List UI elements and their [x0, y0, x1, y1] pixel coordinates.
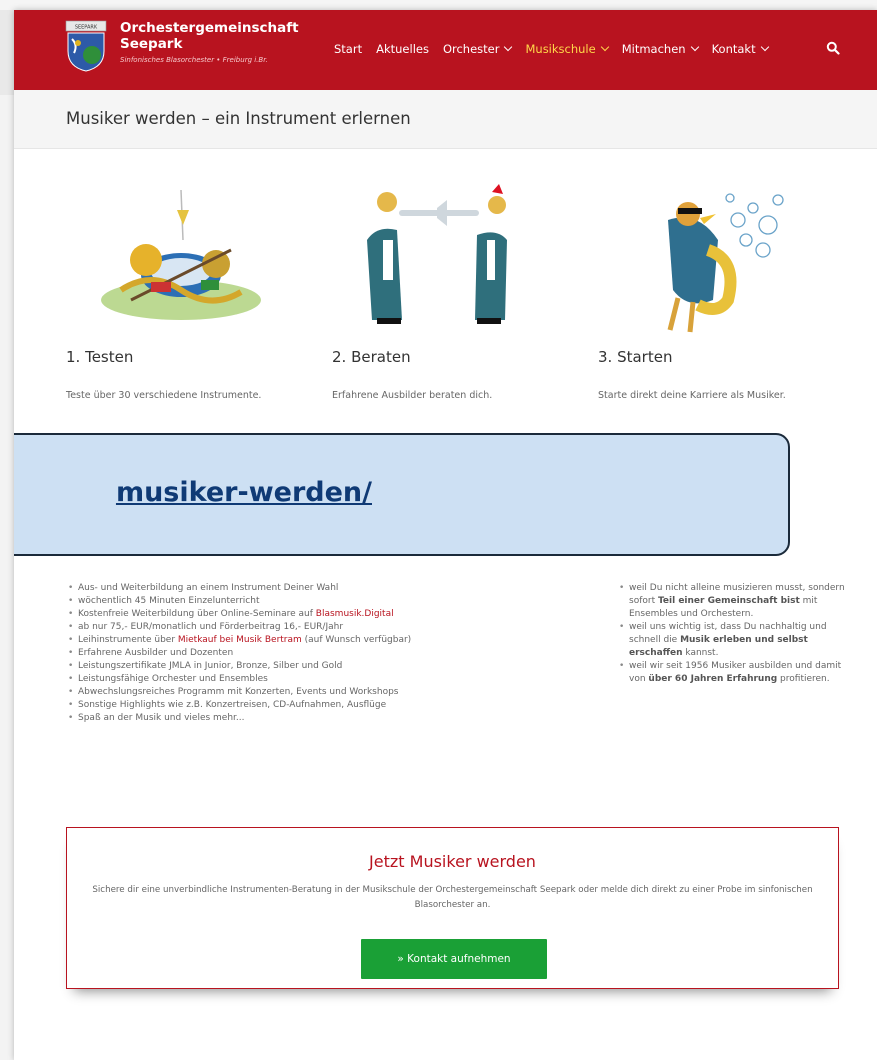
list-item: Kostenfreie Weiterbildung über Online-Se…: [66, 608, 546, 621]
step-text: Starte direkt deine Karriere als Musiker…: [598, 390, 786, 401]
list-item-text: Leihinstrumente über: [78, 635, 178, 645]
cta-title: Jetzt Musiker werden: [369, 852, 536, 871]
saxophone-bird-illustration: [667, 193, 784, 333]
nav-label: Aktuelles: [376, 42, 429, 56]
blasmusik-digital-link[interactable]: Blasmusik.Digital: [316, 609, 394, 619]
contact-button[interactable]: » Kontakt aufnehmen: [361, 939, 547, 979]
chevron-down-icon: [690, 42, 699, 52]
step-beraten: 2. Beraten Erfahrene Ausbilder beraten d…: [332, 180, 572, 401]
step-text: Teste über 30 verschiedene Instrumente.: [66, 390, 262, 401]
mietkauf-link[interactable]: Mietkauf bei Musik Bertram: [178, 635, 302, 645]
reason-text: kannst.: [682, 648, 719, 658]
reasons-list: weil Du nicht alleine musizieren musst, …: [617, 582, 849, 686]
url-overlay-tooltip: musiker-werden/: [14, 433, 790, 556]
reason-highlight: Teil einer Gemeinschaft bist: [657, 596, 800, 606]
logo-text: SEEPARK: [75, 25, 98, 31]
chevron-down-icon: [760, 42, 769, 52]
site-header: SEEPARK Orchestergemeinschaft Seepark Si…: [14, 10, 877, 90]
nav-kontakt[interactable]: Kontakt: [711, 42, 769, 56]
step-title: 2. Beraten: [332, 348, 411, 366]
brand-line-1: Orchestergemeinschaft: [120, 20, 299, 36]
nav-label: Orchester: [442, 42, 500, 56]
nav-start[interactable]: Start: [334, 42, 362, 56]
nav-orchester[interactable]: Orchester: [442, 42, 513, 56]
url-link[interactable]: musiker-werden/: [116, 477, 372, 508]
list-item: weil uns wichtig ist, dass Du nachhaltig…: [617, 621, 849, 660]
cta-text: Sichere dir eine unverbindliche Instrume…: [92, 885, 813, 910]
nav-label: Start: [334, 42, 363, 56]
chevron-down-icon: [504, 42, 513, 52]
cta-box: Jetzt Musiker werden Sichere dir eine un…: [66, 827, 839, 989]
step-starten: 3. Starten Starte direkt deine Karriere …: [598, 180, 838, 401]
instrument-pile-illustration: [101, 189, 261, 320]
benefits-list: Aus- und Weiterbildung an einem Instrume…: [66, 582, 546, 725]
step-title: 1. Testen: [66, 348, 134, 366]
step-testen: 1. Testen Teste über 30 verschiedene Ins…: [66, 180, 306, 401]
trumpet-players-illustration: [367, 184, 507, 324]
nav-mitmachen[interactable]: Mitmachen: [621, 42, 699, 56]
brand-line-2: Seepark: [120, 36, 183, 52]
list-item: Sonstige Highlights wie z.B. Konzertreis…: [66, 699, 546, 712]
chevron-down-icon: [600, 42, 609, 52]
list-item: Leistungszertifikate JMLA in Junior, Bro…: [66, 660, 546, 673]
list-item: Leihinstrumente über Mietkauf bei Musik …: [66, 634, 546, 647]
list-item: Leistungsfähige Orchester und Ensembles: [66, 673, 546, 686]
list-item: Abwechslungsreiches Programm mit Konzert…: [66, 686, 546, 699]
list-item: Erfahrene Ausbilder und Dozenten: [66, 647, 546, 660]
browser-top-strip: [0, 0, 877, 10]
list-item: ab nur 75,- EUR/monatlich und Förderbeit…: [66, 621, 546, 634]
brand-name[interactable]: Orchestergemeinschaft Seepark: [120, 20, 320, 52]
nav-label: Musikschule: [525, 42, 596, 56]
list-item-text: Kostenfreie Weiterbildung über Online-Se…: [78, 609, 316, 619]
seepark-logo[interactable]: SEEPARK: [64, 19, 108, 73]
list-item: weil wir seit 1956 Musiker ausbilden und…: [617, 660, 849, 686]
step-text: Erfahrene Ausbilder beraten dich.: [332, 390, 493, 401]
web-page: SEEPARK Orchestergemeinschaft Seepark Si…: [14, 10, 877, 1060]
search-icon[interactable]: [826, 41, 840, 55]
page-title: Musiker werden – ein Instrument erlernen: [66, 109, 411, 128]
list-item: Aus- und Weiterbildung an einem Instrume…: [66, 582, 546, 595]
nav-label: Mitmachen: [621, 42, 686, 56]
step-title: 3. Starten: [598, 348, 673, 366]
reason-highlight: über 60 Jahren Erfahrung: [648, 674, 778, 684]
nav-label: Kontakt: [711, 42, 756, 56]
list-item: Spaß an der Musik und vieles mehr...: [66, 712, 546, 725]
main-nav: Start Aktuelles Orchester Musikschule Mi…: [334, 42, 782, 56]
nav-musikschule[interactable]: Musikschule: [525, 42, 609, 56]
reason-text: profitieren.: [777, 674, 830, 684]
list-item-text: (auf Wunsch verfügbar): [301, 635, 412, 645]
list-item: wöchentlich 45 Minuten Einzelunterricht: [66, 595, 546, 608]
brand-subtitle: Sinfonisches Blasorchester • Freiburg i.…: [120, 56, 268, 64]
page-left-gutter: [0, 95, 14, 1060]
nav-aktuelles[interactable]: Aktuelles: [376, 42, 429, 56]
list-item: weil Du nicht alleine musizieren musst, …: [617, 582, 849, 621]
